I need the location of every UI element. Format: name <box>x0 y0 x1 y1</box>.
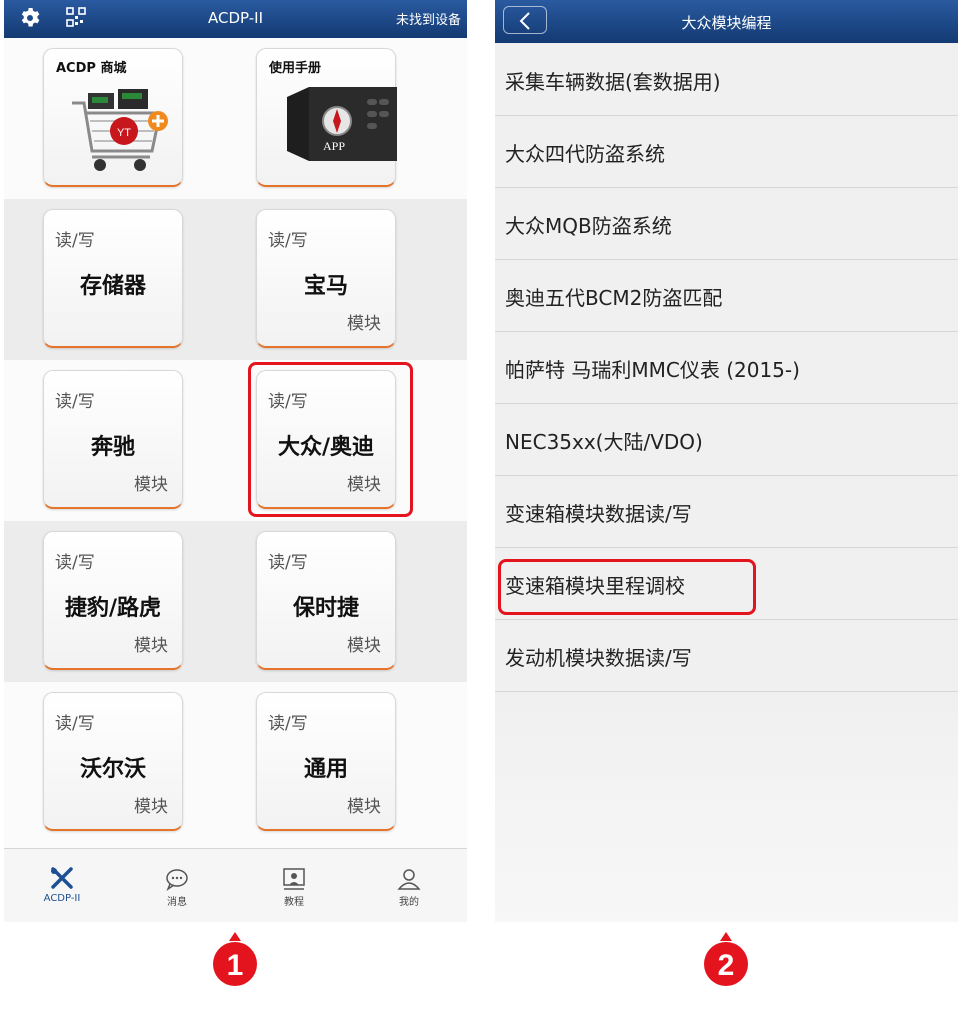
bottom-tab-bar: ACDP-II 消息 教程 我的 <box>4 848 467 922</box>
list-item[interactable]: 奥迪五代BCM2防盗匹配 <box>495 260 958 332</box>
tab-label: ACDP-II <box>43 893 81 904</box>
page-title: 大众模块编程 <box>681 14 772 32</box>
card-name: 存储器 <box>79 274 146 299</box>
step-number: 2 <box>718 949 735 982</box>
gm-card[interactable]: 读/写 通用 模块 <box>256 692 396 831</box>
list-item[interactable]: 变速箱模块数据读/写 <box>495 476 958 548</box>
card-name: 通用 <box>303 757 348 782</box>
top-bar: 大众模块编程 <box>495 0 958 43</box>
list-item[interactable]: 帕萨特 马瑞利MMC仪表 (2015-) <box>495 332 958 404</box>
shopping-cart-icon: YT <box>72 89 168 171</box>
top-bar: ACDP-II 未找到设备 <box>4 0 467 38</box>
user-icon <box>397 869 421 890</box>
chat-icon <box>166 869 188 891</box>
memory-card[interactable]: 读/写 存储器 <box>43 209 183 348</box>
list-item[interactable]: 发动机模块数据读/写 <box>495 620 958 692</box>
tutorial-figure: ACDP-II 未找到设备 ACDP 商城 YT 使用手册 APP 读/写 存储… <box>0 0 962 1011</box>
device-app-label: APP <box>323 139 346 153</box>
module-label: 模块 <box>347 797 381 817</box>
read-write-label: 读/写 <box>268 231 308 251</box>
tab-messages[interactable]: 消息 <box>137 867 217 908</box>
highlight-box <box>498 559 756 615</box>
list-item[interactable]: 大众四代防盗系统 <box>495 116 958 188</box>
card-name: 宝马 <box>303 274 348 299</box>
read-write-label: 读/写 <box>55 392 95 412</box>
tab-tutorial[interactable]: 教程 <box>254 867 334 908</box>
empty-area <box>495 692 958 922</box>
phone-screen-vw-modules: 大众模块编程 采集车辆数据(套数据用) 大众四代防盗系统 大众MQB防盗系统 奥… <box>495 0 958 922</box>
bmw-card[interactable]: 读/写 宝马 模块 <box>256 209 396 348</box>
jaguar-landrover-card[interactable]: 读/写 捷豹/路虎 模块 <box>43 531 183 670</box>
module-label: 模块 <box>134 797 168 817</box>
read-write-label: 读/写 <box>55 231 95 251</box>
card-name: 保时捷 <box>292 596 359 621</box>
module-label: 模块 <box>347 636 381 656</box>
tab-acdp[interactable]: ACDP-II <box>22 867 102 904</box>
module-label: 模块 <box>134 636 168 656</box>
read-write-label: 读/写 <box>268 553 308 573</box>
device-status: 未找到设备 <box>395 13 461 28</box>
card-name: 捷豹/路虎 <box>64 596 162 621</box>
tab-label: 教程 <box>284 897 304 908</box>
read-write-label: 读/写 <box>268 714 308 734</box>
porsche-card[interactable]: 读/写 保时捷 模块 <box>256 531 396 670</box>
list-item-label: 大众四代防盗系统 <box>505 142 665 166</box>
list-item-label: 采集车辆数据(套数据用) <box>505 70 721 94</box>
list-item-label: 奥迪五代BCM2防盗匹配 <box>505 286 723 310</box>
list-item[interactable]: 采集车辆数据(套数据用) <box>495 44 958 116</box>
manual-title: 使用手册 <box>269 61 322 76</box>
list-item-label: 大众MQB防盗系统 <box>505 214 672 238</box>
module-label: 模块 <box>134 475 168 495</box>
tab-label: 消息 <box>167 897 187 908</box>
shop-title: ACDP 商城 <box>56 61 127 76</box>
read-write-label: 读/写 <box>55 553 95 573</box>
step-2-badge: 2 <box>704 932 748 986</box>
step-number: 1 <box>227 949 244 982</box>
list-item-label: 发动机模块数据读/写 <box>505 646 692 670</box>
module-label: 模块 <box>347 314 381 334</box>
read-write-label: 读/写 <box>55 714 95 734</box>
tab-label: 我的 <box>399 897 419 908</box>
list-item[interactable]: NEC35xx(大陆/VDO) <box>495 404 958 476</box>
phone-screen-home: ACDP-II 未找到设备 ACDP 商城 YT 使用手册 APP 读/写 存储… <box>4 0 467 922</box>
step-1-badge: 1 <box>213 932 257 986</box>
list-item-label: 变速箱模块数据读/写 <box>505 502 692 526</box>
card-name: 奔驰 <box>90 435 135 460</box>
manual-card[interactable]: 使用手册 APP <box>256 48 397 187</box>
tools-icon <box>51 867 73 889</box>
card-name: 沃尔沃 <box>79 757 146 782</box>
highlight-box <box>248 362 413 517</box>
tutorial-icon <box>283 868 305 890</box>
obd-device-icon <box>287 87 397 161</box>
tab-profile[interactable]: 我的 <box>369 867 449 908</box>
svg-text:YT: YT <box>117 127 131 139</box>
shop-card[interactable]: ACDP 商城 YT <box>43 48 183 187</box>
volvo-card[interactable]: 读/写 沃尔沃 模块 <box>43 692 183 831</box>
list-item[interactable]: 大众MQB防盗系统 <box>495 188 958 260</box>
list-item-label: NEC35xx(大陆/VDO) <box>505 430 703 454</box>
list-item-label: 帕萨特 马瑞利MMC仪表 (2015-) <box>505 358 800 382</box>
benz-card[interactable]: 读/写 奔驰 模块 <box>43 370 183 509</box>
